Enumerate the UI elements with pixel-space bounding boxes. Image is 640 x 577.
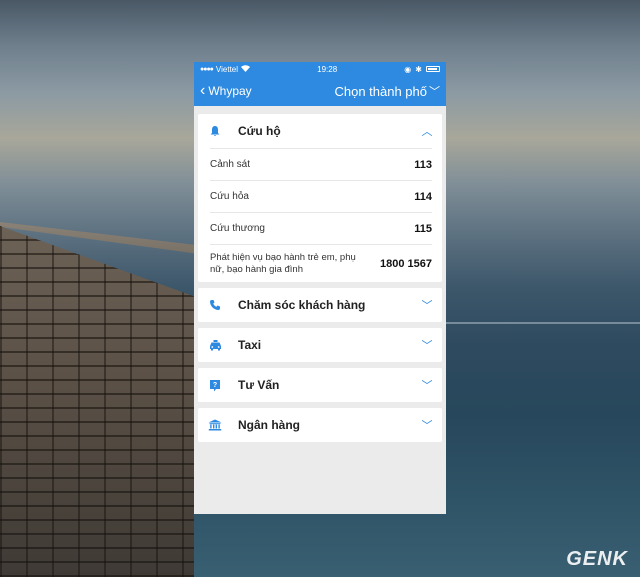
city-selector[interactable]: Chọn thành phố ﹀ [334, 83, 440, 99]
phone-icon [208, 298, 222, 312]
status-time: 19:28 [317, 64, 338, 74]
section-rescue: Cứu hộ ︿ Cảnh sát 113 Cứu hỏa 114 Cứu th… [198, 114, 442, 282]
chevron-down-icon: ﹀ [429, 86, 440, 98]
city-selector-label: Chọn thành phố [334, 83, 427, 99]
hotline-label: Cứu hỏa [210, 191, 249, 202]
status-bar: ●●●● Viettel 19:28 ◉ ✱ [194, 62, 446, 76]
section-taxi: Taxi ﹀ [198, 328, 442, 362]
nav-bar: ‹ Whypay Chọn thành phố ﹀ [194, 76, 446, 106]
chevron-down-icon: ﹀ [421, 340, 433, 352]
section-title: Chăm sóc khách hàng [238, 298, 366, 312]
sections-list: Cứu hộ ︿ Cảnh sát 113 Cứu hỏa 114 Cứu th… [194, 106, 446, 442]
chevron-up-icon: ︿ [421, 126, 433, 138]
hotline-label: Phát hiện vụ bạo hành trẻ em, phụ nữ, bạ… [210, 251, 356, 275]
hotline-number: 115 [414, 222, 432, 235]
hotline-row[interactable]: Phát hiện vụ bạo hành trẻ em, phụ nữ, bạ… [210, 244, 432, 282]
background-horizon [446, 322, 640, 324]
chevron-down-icon: ﹀ [421, 420, 433, 432]
hotline-row[interactable]: Cảnh sát 113 [210, 148, 432, 180]
chevron-down-icon: ﹀ [421, 380, 433, 392]
question-icon: ? [208, 378, 222, 392]
alarm-icon: ◉ [404, 64, 412, 74]
section-header-customer-care[interactable]: Chăm sóc khách hàng ﹀ [198, 288, 442, 322]
svg-text:?: ? [213, 382, 217, 389]
phone-screen: ●●●● Viettel 19:28 ◉ ✱ ‹ Whypay Chọn thà… [194, 62, 446, 514]
back-button[interactable]: ‹ Whypay [200, 83, 252, 99]
section-title: Cứu hộ [238, 124, 281, 138]
section-customer-care: Chăm sóc khách hàng ﹀ [198, 288, 442, 322]
bluetooth-icon: ✱ [415, 64, 422, 74]
battery-icon [425, 66, 440, 72]
hotline-row[interactable]: Cứu hỏa 114 [210, 180, 432, 212]
hotline-label: Cảnh sát [210, 159, 251, 170]
background-stone-wall [0, 226, 194, 577]
hotline-row[interactable]: Cứu thương 115 [210, 212, 432, 244]
rescue-bell-icon [208, 124, 222, 138]
section-header-consulting[interactable]: ? Tư Vấn ﹀ [198, 368, 442, 402]
chevron-left-icon: ‹ [200, 82, 206, 99]
section-header-taxi[interactable]: Taxi ﹀ [198, 328, 442, 362]
watermark-logo: GENK [566, 548, 628, 570]
back-label: Whypay [208, 84, 252, 98]
hotline-label: Cứu thương [210, 223, 265, 234]
hotline-number: 114 [414, 190, 432, 203]
section-consulting: ? Tư Vấn ﹀ [198, 368, 442, 402]
hotline-number: 113 [414, 158, 432, 171]
section-bank: Ngân hàng ﹀ [198, 408, 442, 442]
section-title: Ngân hàng [238, 418, 300, 432]
taxi-icon [208, 338, 222, 352]
chevron-down-icon: ﹀ [421, 300, 433, 312]
wifi-icon [241, 64, 251, 74]
carrier-name: Viettel [215, 64, 239, 74]
section-title: Tư Vấn [238, 378, 280, 392]
section-header-bank[interactable]: Ngân hàng ﹀ [198, 408, 442, 442]
bank-icon [208, 418, 222, 432]
section-title: Taxi [238, 338, 262, 352]
section-header-rescue[interactable]: Cứu hộ ︿ [198, 114, 442, 148]
hotline-number: 1800 1567 [380, 257, 432, 270]
signal-icon: ●●●● [200, 65, 214, 73]
